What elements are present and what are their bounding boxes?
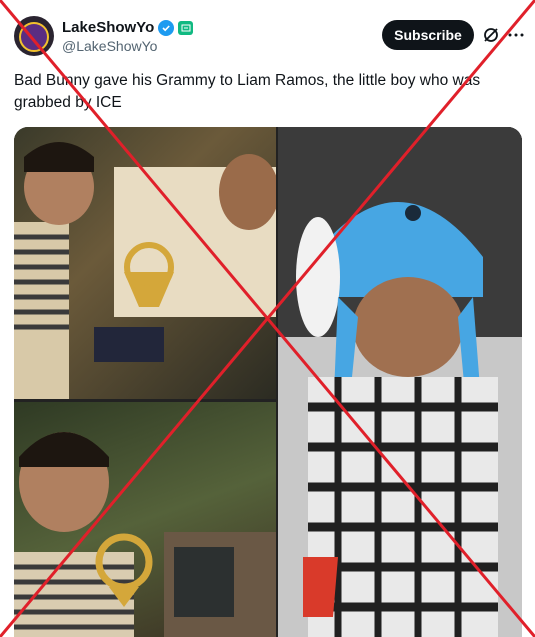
verified-icon xyxy=(158,19,175,36)
photo-grammy-handoff[interactable] xyxy=(14,127,276,399)
affiliate-badge-icon xyxy=(178,20,194,35)
avatar-helmet-icon xyxy=(19,22,49,52)
more-icon[interactable] xyxy=(507,26,525,44)
handle[interactable]: @LakeShowYo xyxy=(62,38,157,54)
subscribe-button[interactable]: Subscribe xyxy=(382,20,474,50)
photo-boy-with-grammy[interactable] xyxy=(14,402,276,637)
grok-icon[interactable] xyxy=(482,26,500,44)
media-grid[interactable] xyxy=(14,127,522,637)
display-name[interactable]: LakeShowYo xyxy=(62,19,154,36)
tweet-text: Bad Bunny gave his Grammy to Liam Ramos,… xyxy=(14,72,481,111)
photo-boy-blue-hat[interactable] xyxy=(278,127,522,637)
author-name-row: LakeShowYo xyxy=(62,19,194,36)
avatar[interactable] xyxy=(14,16,54,56)
